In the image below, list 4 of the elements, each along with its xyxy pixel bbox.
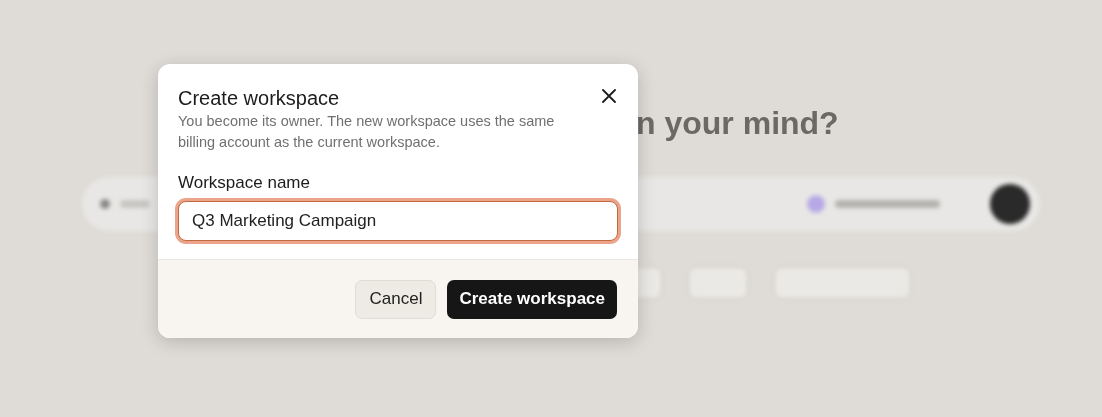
page-heading: n your mind? <box>636 104 840 143</box>
dialog-title: Create workspace <box>178 86 340 110</box>
dialog-description: You become its owner. The new workspace uses the same billing account as the current workspace. <box>178 112 556 152</box>
field-label: Workspace name <box>178 173 311 193</box>
